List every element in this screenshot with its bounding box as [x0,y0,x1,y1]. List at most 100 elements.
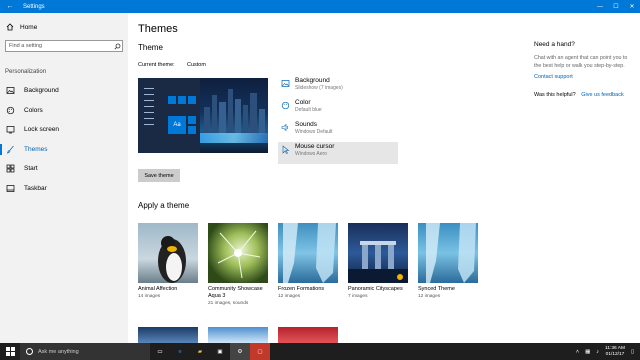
search-icon[interactable] [112,43,122,50]
clock[interactable]: 11:36 AM 01/12/17 [605,346,625,358]
help-title: Need a hand? [534,41,575,48]
sidebar-item-colors[interactable]: Colors [0,101,128,121]
sidebar-item-label: Lock screen [24,126,60,134]
theme-thumbnail[interactable] [138,327,198,343]
help-panel: Need a hand? Chat with an agent that can… [534,41,634,98]
theme-card-frozen-formations[interactable]: Frozen Formations 12 images [278,223,338,306]
taskbar-icon [6,184,15,193]
theme-settings-list: Background Slideshow (7 images) Color De… [278,76,398,164]
sidebar-item-label: Start [24,165,38,173]
theme-setting-sounds[interactable]: Sounds Windows Default [278,120,398,142]
section-title-theme: Theme [138,43,163,52]
close-button[interactable]: ✕ [624,0,640,13]
theme-card-community-showcase[interactable]: Community Showcase Aqua 3 21 images, sou… [208,223,268,306]
theme-subtitle: 14 images [138,294,161,299]
search-circle-icon [26,348,33,355]
setting-title: Sounds [295,121,318,128]
save-theme-button[interactable]: Save theme [138,169,180,182]
theme-card-synced-theme[interactable]: Synced Theme 12 images [418,223,478,306]
current-theme-label: Current theme: [138,62,175,68]
setting-title: Background [295,77,330,84]
theme-name: Frozen Formations [278,286,325,292]
windows-start-icon[interactable] [0,343,20,360]
main-content: Themes Theme Current theme: Custom Aa Ba… [128,13,640,343]
setting-title: Color [295,99,311,106]
theme-gallery-row-2 [138,327,338,343]
setting-subtitle: Windows Aero [295,151,327,157]
theme-thumbnail[interactable] [208,327,268,343]
home-label: Home [20,23,38,31]
setting-subtitle: Windows Default [295,129,333,135]
sidebar: Home Find a setting Personalization Back… [0,13,128,343]
taskbar: Ask me anything ▭ e ▰ ▣ ⚙ ▢ ˄ ▦ ♪ 11:36 … [0,343,640,360]
sidebar-item-themes[interactable]: Themes [0,140,128,160]
preview-cityscape [200,78,268,153]
search-input[interactable]: Find a setting [5,40,123,52]
minimize-button[interactable]: — [592,0,608,13]
sidebar-home[interactable]: Home [6,23,37,31]
theme-gallery: Animal Affection 14 images Community Sho… [138,223,488,306]
contact-support-link[interactable]: Contact support [534,74,634,80]
preview-tile: Aa [168,116,186,134]
brush-icon [6,145,15,154]
feedback-row: Was this helpful? Give us feedback [534,92,634,98]
theme-name: Panoramic Cityscapes [348,286,403,292]
sidebar-item-label: Background [24,87,59,95]
theme-subtitle: 12 images [278,294,301,299]
lock-screen-icon [6,125,15,134]
theme-subtitle: 21 images, sounds [208,301,249,306]
taskbar-search-input[interactable]: Ask me anything [20,343,150,360]
notifications-icon[interactable]: ▯ [631,349,634,355]
theme-card-panoramic-cityscapes[interactable]: Panoramic Cityscapes 7 images [348,223,408,306]
cursor-icon [280,144,290,154]
give-feedback-link[interactable]: Give us feedback [581,92,624,98]
volume-icon[interactable]: ♪ [596,349,599,355]
sidebar-item-background[interactable]: Background [0,81,128,101]
maximize-button[interactable]: ☐ [608,0,624,13]
current-theme-value: Custom [187,62,206,68]
theme-subtitle: 7 images [348,294,368,299]
theme-name: Community Showcase Aqua 3 [208,286,263,299]
theme-thumbnail[interactable] [278,327,338,343]
theme-setting-color[interactable]: Color Default blue [278,98,398,120]
file-explorer-icon[interactable]: ▰ [190,343,210,360]
app-icon[interactable]: ▢ [250,343,270,360]
theme-thumbnail [138,223,198,283]
sidebar-item-taskbar[interactable]: Taskbar [0,179,128,199]
sidebar-nav: Background Colors Lock screen Themes Sta… [0,81,128,198]
home-icon [6,23,14,31]
system-tray: ˄ ▦ ♪ 11:36 AM 01/12/17 ▯ [576,346,640,358]
edge-browser-icon[interactable]: e [170,343,190,360]
image-icon [280,78,290,88]
image-icon [6,86,15,95]
theme-setting-mouse-cursor[interactable]: Mouse cursor Windows Aero [278,142,398,164]
back-arrow-icon[interactable]: ← [0,0,20,13]
sidebar-section-label: Personalization [5,69,47,75]
settings-gear-icon[interactable]: ⚙ [230,343,250,360]
sidebar-item-label: Themes [24,145,48,153]
theme-thumbnail [208,223,268,283]
window-title: Settings [23,3,45,10]
theme-thumbnail [418,223,478,283]
taskbar-search-placeholder: Ask me anything [38,348,79,355]
settings-window: ← Settings — ☐ ✕ Home Find a setting Per… [0,0,640,360]
network-icon[interactable]: ▦ [585,349,590,355]
theme-name: Synced Theme [418,286,455,292]
sidebar-item-label: Taskbar [24,184,47,192]
theme-name: Animal Affection [138,286,178,292]
theme-card-animal-affection[interactable]: Animal Affection 14 images [138,223,198,306]
task-view-icon[interactable]: ▭ [150,343,170,360]
title-bar: ← Settings — ☐ ✕ [0,0,640,13]
speaker-icon [280,122,290,132]
clock-date: 01/12/17 [605,351,625,357]
page-title: Themes [138,23,178,35]
feedback-question: Was this helpful? [534,92,576,98]
chevron-up-icon[interactable]: ˄ [576,349,579,355]
help-text: Chat with an agent that can point you to… [534,55,628,69]
sidebar-item-start[interactable]: Start [0,159,128,179]
palette-icon [6,106,15,115]
setting-title: Mouse cursor [295,143,335,150]
theme-setting-background[interactable]: Background Slideshow (7 images) [278,76,398,98]
store-icon[interactable]: ▣ [210,343,230,360]
sidebar-item-lock-screen[interactable]: Lock screen [0,120,128,140]
